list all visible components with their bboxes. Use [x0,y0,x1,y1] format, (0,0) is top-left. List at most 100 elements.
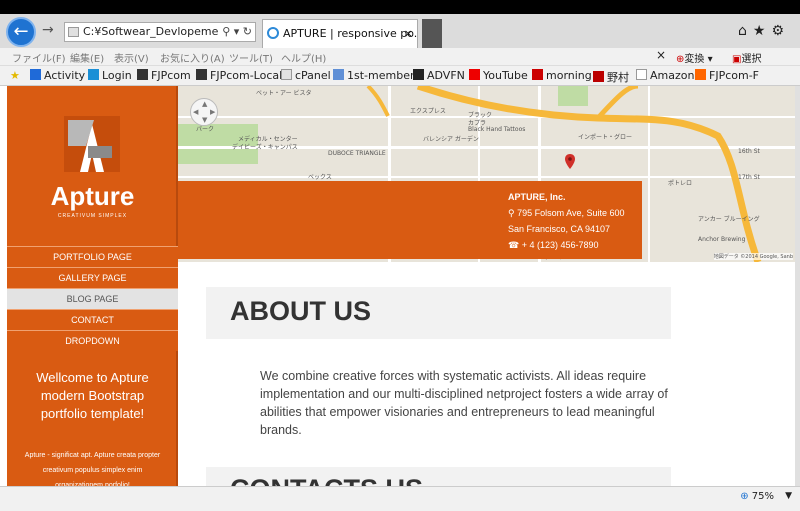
ie-favicon-icon [267,27,279,39]
fav-morning[interactable]: morning [532,69,592,82]
menu-dropdown[interactable]: DROPDOWN [7,330,178,351]
favorites-bar: ★ Activity Login FJPcom FJPcom-Local cPa… [0,66,800,86]
zoom-value: 75% [751,491,774,502]
about-banner: ABOUT US [206,287,671,339]
map-label: エクスプレス [410,108,446,115]
fav-fjpcom-f[interactable]: FJPcom-F [695,69,759,82]
fav-amazon[interactable]: Amazon [636,69,694,82]
back-button[interactable]: ← [6,17,36,47]
contact-address-line1: ⚲ 795 Folsom Ave, Suite 600 [508,205,625,221]
map-label: インポート・グロー [578,134,633,141]
forward-button[interactable]: → [42,22,54,38]
tab-apture[interactable]: APTURE | responsive po... × [262,19,418,48]
map-label: Anchor Brewing [698,236,746,243]
about-text: We combine creative forces with systemat… [260,369,668,437]
sidebar-description: Apture - significat apt. Apture creata p… [24,452,161,486]
convert-button[interactable]: ⊕変換 ▾ [676,50,713,65]
contact-info: APTURE, Inc. ⚲ 795 Folsom Ave, Suite 600… [508,189,625,253]
menu-view[interactable]: 表示(V) [114,50,149,65]
search-refresh-icons[interactable]: ⚲ ▾ ↻ [219,23,252,41]
fav-label: ADVFN [427,69,465,82]
menu-contact[interactable]: CONTACT [7,309,178,330]
zoom-icon: ⊕ [740,491,752,502]
contact-info-box: APTURE, Inc. ⚲ 795 Folsom Ave, Suite 600… [178,181,642,259]
company-name: APTURE, Inc. [508,192,566,202]
map-label: バレンシア ガーデン [423,136,479,143]
fav-label: FJPcom-Local [210,69,283,82]
home-star-gear-icons[interactable]: ⌂★⚙ [738,23,790,39]
map-label: 16th St [738,148,760,155]
menu-blog-page[interactable]: BLOG PAGE [7,288,178,309]
apture-logo-icon[interactable] [64,116,120,172]
window-titlebar [0,0,800,14]
fav-advfn[interactable]: ADVFN [413,69,465,82]
map-label: デイビーズ・キャンパス [232,144,298,151]
map-label: Black Hand Tattoos [468,126,526,133]
fav-1st-member[interactable]: 1st-member [333,69,414,82]
select-button[interactable]: ▣選択 [732,50,761,65]
contact-phone: ☎ + 4 (123) 456-7890 [508,237,625,253]
map-label: ポトレロ [668,180,693,187]
logo-tagline: CREATIVUM SIMPLEX [57,213,128,219]
map-label: 17th St [738,174,760,181]
fav-label: FJPcom [151,69,191,82]
favorites-star-icon[interactable]: ★ [10,69,20,82]
map-label: ベット・アー ビスタ [256,90,312,97]
sidebar: Apture CREATIVUM SIMPLEX PORTFOLIO PAGE … [7,86,178,486]
map-copyright[interactable]: 地図データ ©2014 Google, Sanb [713,253,793,260]
phone-icon: ☎ [508,240,522,250]
fav-nomura[interactable]: 野村 [593,69,629,85]
fav-fjpcom-local[interactable]: FJPcom-Local [196,69,282,82]
map-marker-icon[interactable] [565,154,575,169]
address-bar[interactable]: C:¥Softwear_Devlopement ⚲ ▾ ↻ [64,22,256,42]
menu-tools[interactable]: ツール(T) [229,50,273,65]
page-viewport[interactable]: Apture CREATIVUM SIMPLEX PORTFOLIO PAGE … [7,86,795,486]
page-file-icon [68,27,79,37]
menu-portfolio-page[interactable]: PORTFOLIO PAGE [7,246,178,267]
fav-label: Amazon [650,69,695,82]
zoom-dropdown-icon[interactable]: ▼ [785,491,792,501]
fav-fjpcom[interactable]: FJPcom [137,69,191,82]
vertical-scrollbar[interactable] [795,86,800,486]
address-text: C:¥Softwear_Devlopement [83,25,230,38]
address-line1: 795 Folsom Ave, Suite 600 [517,208,625,218]
convert-label: 変換 [684,54,705,65]
welcome-heading: Wellcome to Apture modern Bootstrap port… [36,370,149,421]
menu-favorites[interactable]: お気に入り(A) [160,50,225,65]
fav-label: cPanel [295,69,331,82]
fav-label: FJPcom-F [709,69,759,82]
fav-label: 野村 [607,71,629,84]
fav-youtube[interactable]: YouTube [469,69,528,82]
phone-number: + 4 (123) 456-7890 [521,240,599,250]
map-label: アンカー ブルーイング [698,216,760,223]
fav-label: Login [102,69,132,82]
contacts-heading: CONTACTS US [230,474,423,486]
map-pan-control[interactable]: ▲ ▼ ◀ ▶ [190,98,218,126]
fav-label: morning [546,69,592,82]
fav-login[interactable]: Login [88,69,132,82]
fav-activity[interactable]: Activity [30,69,85,82]
map-label: ベックス [308,174,332,181]
map-label: DUBOCE TRIANGLE [328,150,386,157]
menu-bar: ファイル(F) 編集(E) 表示(V) お気に入り(A) ツール(T) ヘルプ(… [0,48,800,66]
status-bar: ⊕ 75% ▼ [0,486,800,511]
sidebar-menu: PORTFOLIO PAGE GALLERY PAGE BLOG PAGE CO… [7,246,178,351]
contacts-banner: CONTACTS US [206,467,671,486]
fav-label: YouTube [483,69,528,82]
select-label: 選択 [741,54,762,65]
menu-gallery-page[interactable]: GALLERY PAGE [7,267,178,288]
tab-close-icon[interactable]: × [404,20,413,47]
menubar-close-icon[interactable]: × [656,48,666,62]
fav-label: 1st-member [347,69,415,82]
menu-file[interactable]: ファイル(F) [12,50,66,65]
browser-navbar: ← → C:¥Softwear_Devlopement ⚲ ▾ ↻ APTURE… [0,14,800,48]
fav-cpanel[interactable]: cPanel [281,69,331,82]
menu-edit[interactable]: 編集(E) [70,50,104,65]
logo-name[interactable]: Apture [7,181,178,212]
about-heading: ABOUT US [230,296,371,326]
address-line2: San Francisco, CA 94107 [508,224,611,234]
menu-help[interactable]: ヘルプ(H) [281,50,326,65]
new-tab-button[interactable] [422,19,442,48]
zoom-level[interactable]: ⊕ 75% [740,491,774,502]
map-pin-icon: ⚲ [508,208,518,218]
